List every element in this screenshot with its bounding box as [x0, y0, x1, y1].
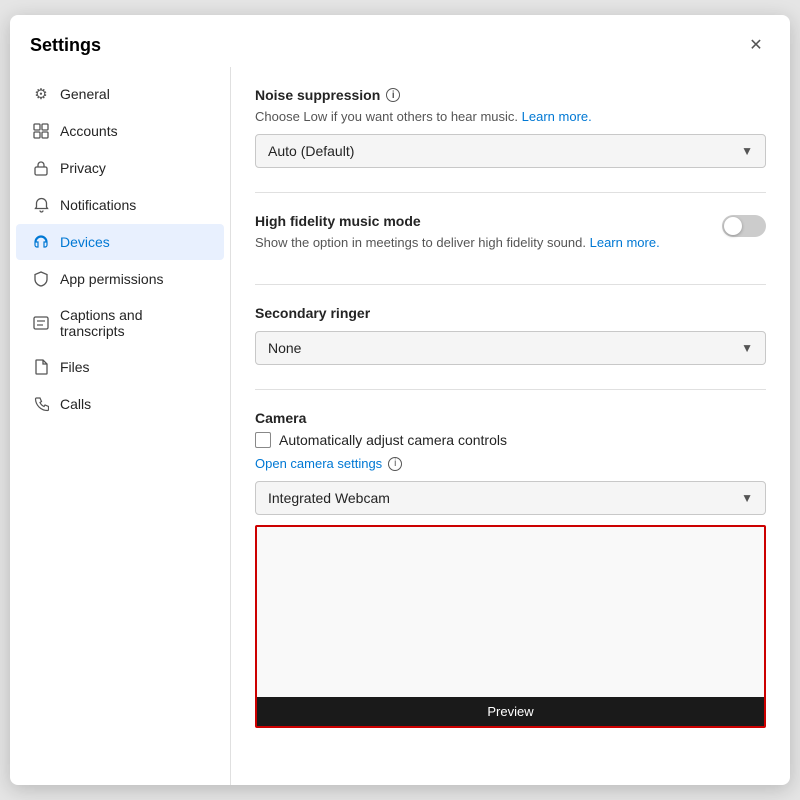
camera-preview-wrapper: Preview	[255, 525, 766, 728]
camera-settings-info-icon[interactable]: i	[388, 457, 402, 471]
captions-icon	[32, 314, 50, 332]
divider-2	[255, 284, 766, 285]
auto-adjust-checkbox[interactable]	[255, 432, 271, 448]
sidebar: ⚙ General Accounts	[10, 67, 230, 785]
camera-dropdown-arrow: ▼	[741, 491, 753, 505]
shield-icon	[32, 270, 50, 288]
high-fidelity-title: High fidelity music mode	[255, 213, 710, 229]
camera-link-row: Open camera settings i	[255, 456, 766, 471]
dialog-body: ⚙ General Accounts	[10, 67, 790, 785]
sidebar-item-files[interactable]: Files	[16, 349, 224, 385]
sidebar-item-general[interactable]: ⚙ General	[16, 76, 224, 112]
sidebar-item-calls[interactable]: Calls	[16, 386, 224, 422]
lock-icon	[32, 159, 50, 177]
sidebar-item-accounts[interactable]: Accounts	[16, 113, 224, 149]
noise-suppression-title: Noise suppression i	[255, 87, 766, 103]
high-fidelity-section: High fidelity music mode Show the option…	[255, 213, 766, 260]
main-content: Noise suppression i Choose Low if you wa…	[230, 67, 790, 785]
divider-1	[255, 192, 766, 193]
dialog-header: Settings ✕	[10, 15, 790, 67]
noise-suppression-dropdown-arrow: ▼	[741, 144, 753, 158]
noise-suppression-section: Noise suppression i Choose Low if you wa…	[255, 87, 766, 168]
bell-icon	[32, 196, 50, 214]
camera-checkbox-row: Automatically adjust camera controls	[255, 432, 766, 448]
sidebar-item-notifications[interactable]: Notifications	[16, 187, 224, 223]
camera-dropdown[interactable]: Integrated Webcam ▼	[255, 481, 766, 515]
secondary-ringer-section: Secondary ringer None ▼	[255, 305, 766, 365]
sidebar-label-accounts: Accounts	[60, 123, 118, 139]
sidebar-label-devices: Devices	[60, 234, 110, 250]
noise-suppression-learn-more[interactable]: Learn more.	[522, 109, 592, 124]
close-button[interactable]: ✕	[742, 31, 770, 59]
high-fidelity-toggle[interactable]	[722, 215, 766, 237]
sidebar-label-app-permissions: App permissions	[60, 271, 164, 287]
noise-suppression-dropdown[interactable]: Auto (Default) ▼	[255, 134, 766, 168]
sidebar-label-general: General	[60, 86, 110, 102]
sidebar-item-app-permissions[interactable]: App permissions	[16, 261, 224, 297]
sidebar-label-captions: Captions and transcripts	[60, 307, 208, 339]
sidebar-label-privacy: Privacy	[60, 160, 106, 176]
auto-adjust-label: Automatically adjust camera controls	[279, 432, 507, 448]
noise-suppression-desc: Choose Low if you want others to hear mu…	[255, 109, 766, 124]
secondary-ringer-title: Secondary ringer	[255, 305, 766, 321]
high-fidelity-desc: Show the option in meetings to deliver h…	[255, 235, 710, 250]
camera-title: Camera	[255, 410, 766, 426]
open-camera-settings-link[interactable]: Open camera settings	[255, 456, 382, 471]
sidebar-label-files: Files	[60, 359, 90, 375]
settings-dialog: Settings ✕ ⚙ General Account	[10, 15, 790, 785]
sidebar-label-calls: Calls	[60, 396, 91, 412]
sidebar-label-notifications: Notifications	[60, 197, 136, 213]
camera-section: Camera Automatically adjust camera contr…	[255, 410, 766, 728]
secondary-ringer-dropdown-arrow: ▼	[741, 341, 753, 355]
camera-preview-bar: Preview	[257, 697, 764, 726]
sidebar-item-devices[interactable]: Devices	[16, 224, 224, 260]
noise-suppression-info-icon[interactable]: i	[386, 88, 400, 102]
divider-3	[255, 389, 766, 390]
dialog-title: Settings	[30, 35, 101, 56]
secondary-ringer-dropdown[interactable]: None ▼	[255, 331, 766, 365]
sidebar-item-privacy[interactable]: Privacy	[16, 150, 224, 186]
headset-icon	[32, 233, 50, 251]
accounts-icon	[32, 122, 50, 140]
file-icon	[32, 358, 50, 376]
phone-icon	[32, 395, 50, 413]
gear-icon: ⚙	[32, 85, 50, 103]
sidebar-item-captions[interactable]: Captions and transcripts	[16, 298, 224, 348]
high-fidelity-learn-more[interactable]: Learn more.	[590, 235, 660, 250]
high-fidelity-row: High fidelity music mode Show the option…	[255, 213, 766, 260]
camera-preview-area	[257, 527, 764, 697]
